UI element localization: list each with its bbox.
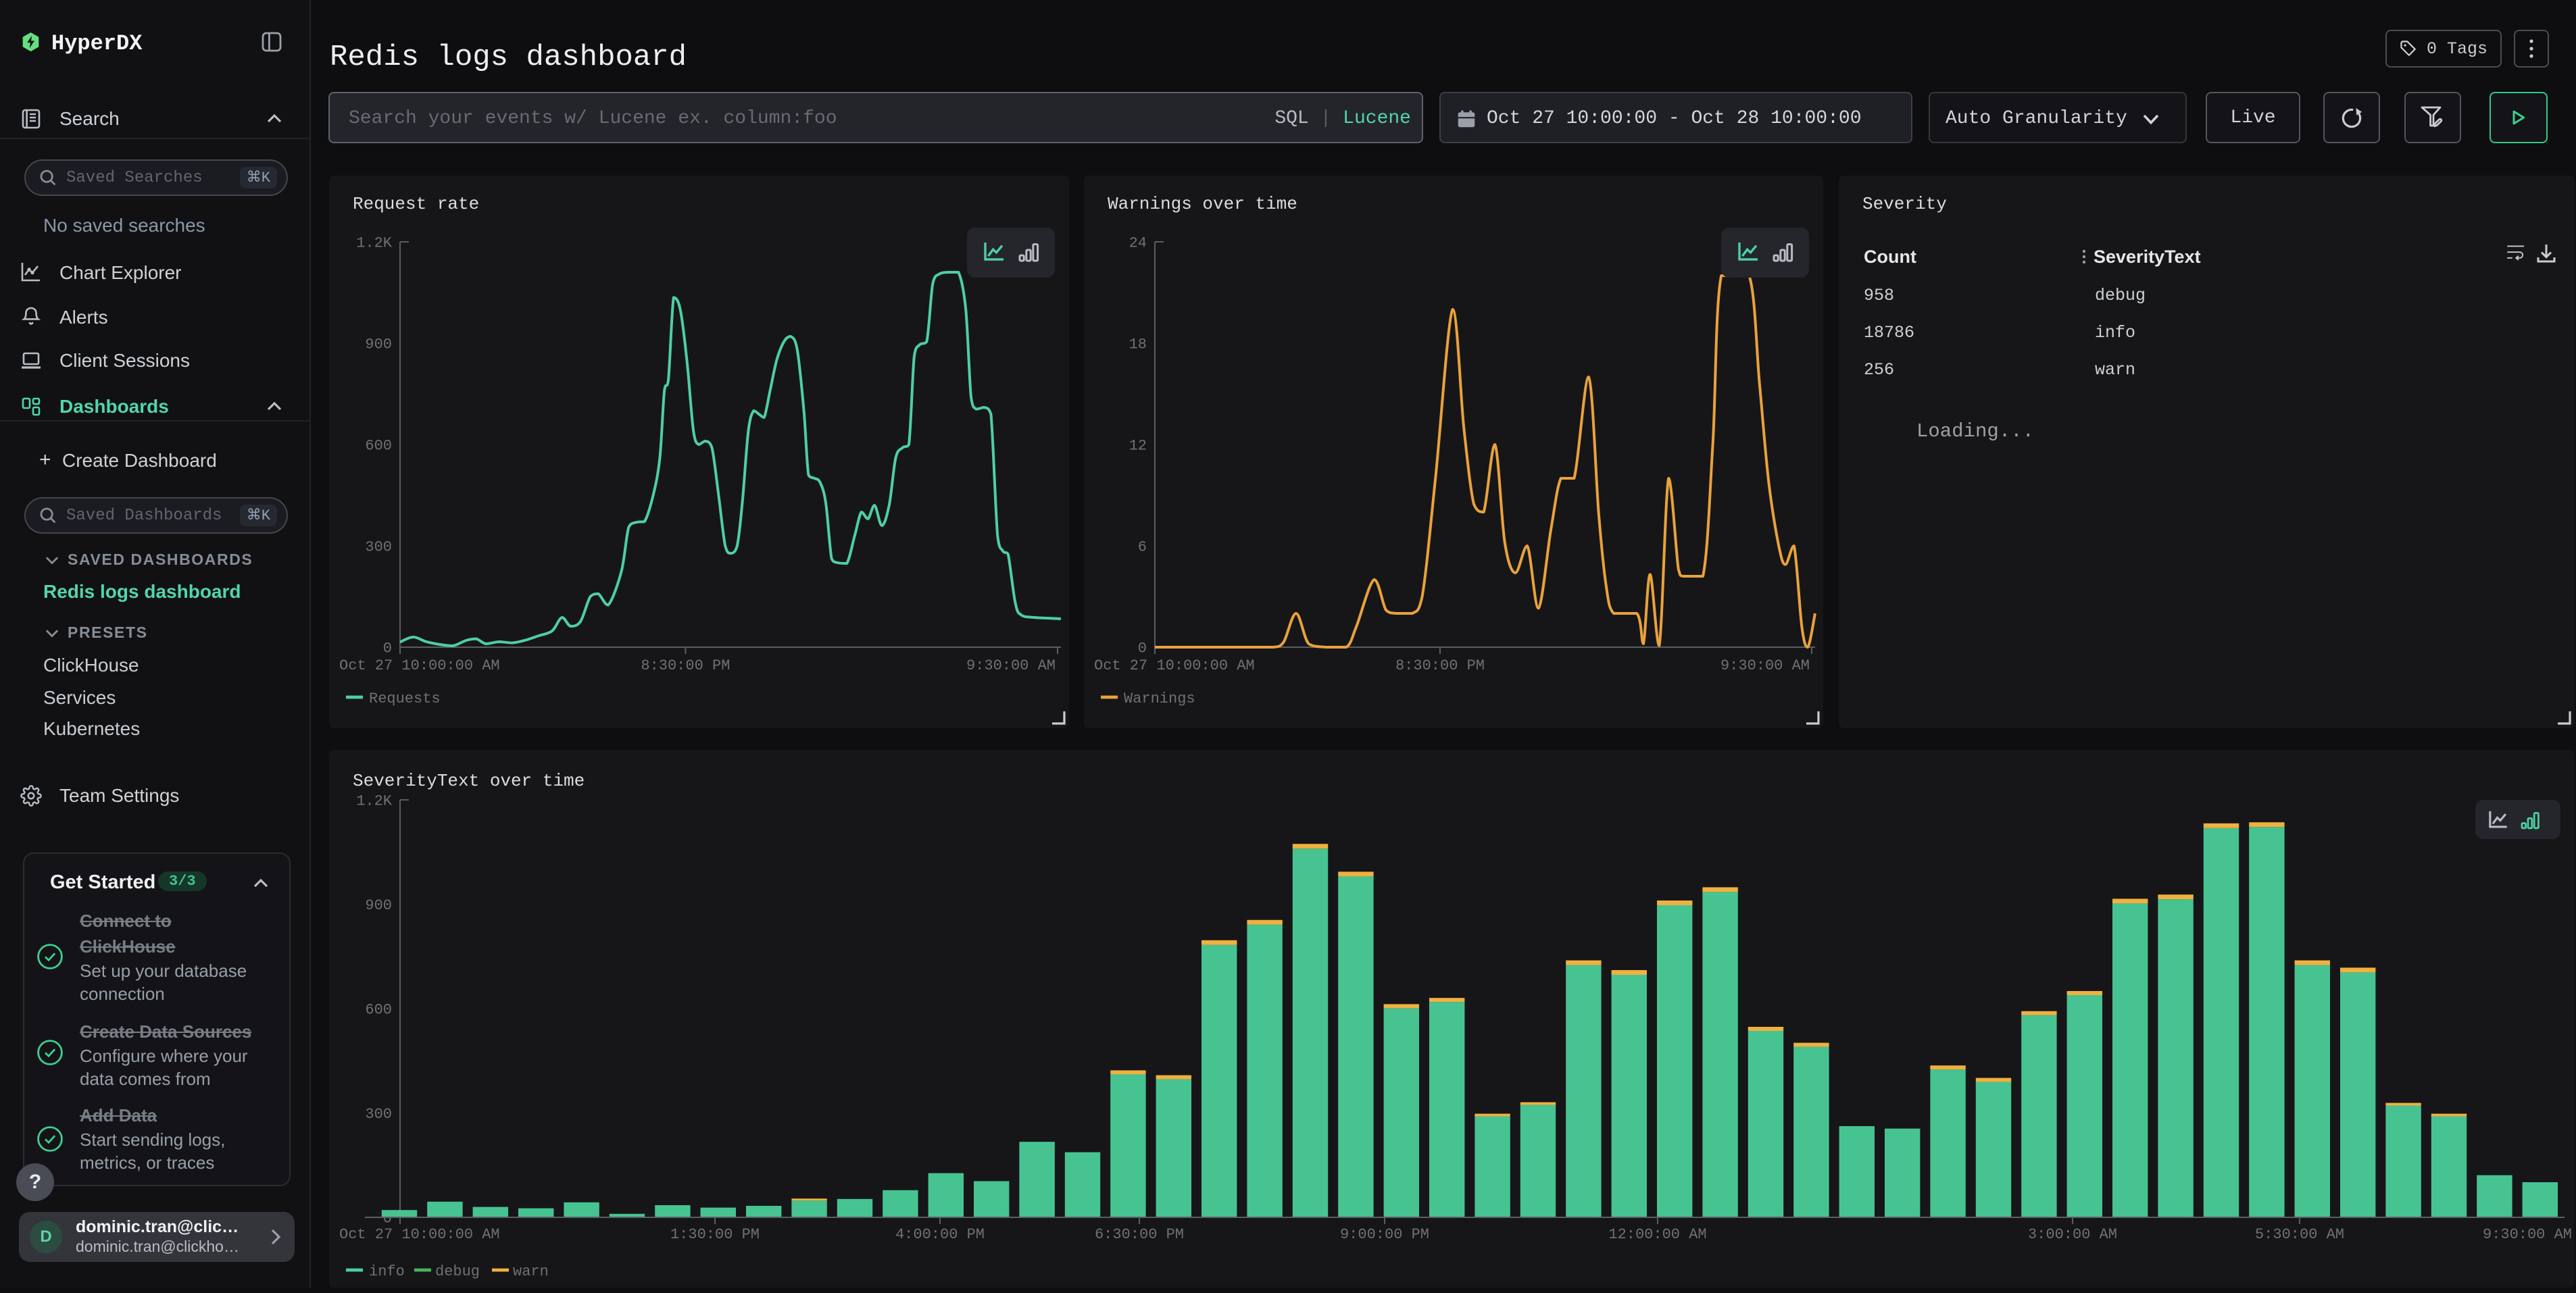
svg-text:debug: debug — [2095, 286, 2146, 305]
svg-text:600: 600 — [365, 1002, 392, 1019]
svg-text:900: 900 — [365, 336, 392, 353]
svg-text:Warnings: Warnings — [1124, 690, 1195, 707]
svg-text:300: 300 — [365, 1106, 392, 1123]
svg-text:3:00:00 AM: 3:00:00 AM — [2028, 1226, 2117, 1243]
svg-text:9:30:00 AM: 9:30:00 AM — [2483, 1226, 2572, 1243]
svg-text:9:30:00 AM: 9:30:00 AM — [966, 657, 1056, 674]
svg-text:9:00:00 PM: 9:00:00 PM — [1340, 1226, 1429, 1243]
svg-text:0: 0 — [1138, 640, 1147, 657]
svg-text:SeverityText over time: SeverityText over time — [353, 771, 585, 791]
svg-text:18: 18 — [1129, 336, 1147, 353]
svg-text:warn: warn — [513, 1263, 549, 1280]
svg-text:8:30:00 PM: 8:30:00 PM — [1395, 657, 1485, 674]
svg-text:Oct 27 10:00:00 AM: Oct 27 10:00:00 AM — [339, 1226, 500, 1243]
svg-text:12:00:00 AM: 12:00:00 AM — [1608, 1226, 1706, 1243]
svg-text:info: info — [369, 1263, 405, 1280]
svg-text:5:30:00 AM: 5:30:00 AM — [2255, 1226, 2344, 1243]
svg-text:6:30:00 PM: 6:30:00 PM — [1095, 1226, 1184, 1243]
svg-text:Loading...: Loading... — [1916, 420, 2034, 442]
svg-text:18786: 18786 — [1864, 323, 1914, 343]
svg-text:256: 256 — [1864, 360, 1894, 380]
svg-text:300: 300 — [365, 539, 392, 556]
svg-text:6: 6 — [1138, 539, 1147, 556]
svg-text:1.2K: 1.2K — [356, 793, 393, 810]
svg-text:4:00:00 PM: 4:00:00 PM — [895, 1226, 985, 1243]
svg-text:info: info — [2095, 323, 2135, 343]
svg-text:958: 958 — [1864, 286, 1894, 305]
svg-text:Oct 27 10:00:00 AM: Oct 27 10:00:00 AM — [339, 657, 500, 674]
svg-text:24: 24 — [1129, 235, 1147, 252]
svg-text:Severity: Severity — [1862, 194, 1947, 214]
svg-text:debug: debug — [435, 1263, 480, 1280]
svg-text:Warnings over time: Warnings over time — [1108, 194, 1297, 214]
svg-text:1.2K: 1.2K — [356, 235, 393, 252]
svg-text:1:30:00 PM: 1:30:00 PM — [670, 1226, 760, 1243]
svg-text:600: 600 — [365, 438, 392, 455]
svg-text:0: 0 — [383, 640, 392, 657]
svg-text:12: 12 — [1129, 438, 1147, 455]
svg-text:9:30:00 AM: 9:30:00 AM — [1720, 657, 1810, 674]
svg-text:warn: warn — [2095, 360, 2135, 380]
svg-text:Oct 27 10:00:00 AM: Oct 27 10:00:00 AM — [1094, 657, 1255, 674]
svg-text:Count: Count — [1864, 247, 1916, 267]
svg-text:Request rate: Request rate — [353, 194, 479, 214]
svg-text:SeverityText: SeverityText — [2094, 247, 2201, 267]
svg-text:900: 900 — [365, 897, 392, 914]
svg-text:8:30:00 PM: 8:30:00 PM — [641, 657, 730, 674]
svg-text:Requests: Requests — [369, 690, 441, 707]
